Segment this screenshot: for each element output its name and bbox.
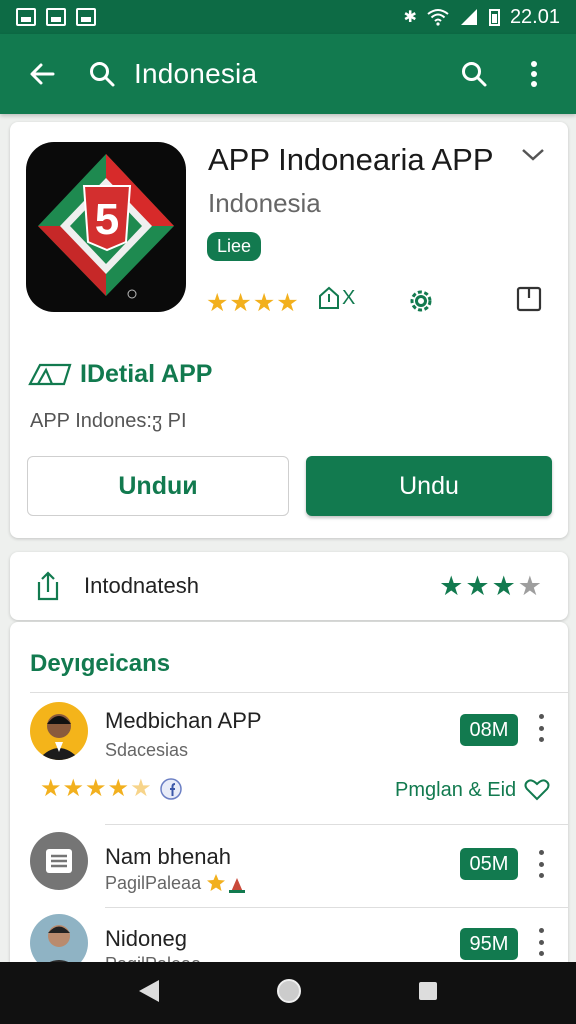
notification-photo-icon <box>76 8 96 26</box>
detail-app-label: IDetial APP <box>80 360 213 388</box>
rating-half-star: ★ <box>130 775 153 802</box>
avatar <box>30 702 88 760</box>
search-icon <box>462 62 487 87</box>
rating-stars: ★★★★ <box>40 775 131 802</box>
status-badge: Liee <box>207 232 262 261</box>
avatar <box>30 832 88 890</box>
app-detail-icon <box>28 363 72 385</box>
wifi-icon <box>427 9 449 26</box>
app-logo: 5 <box>26 142 186 312</box>
app-logo-mark: 5 <box>95 195 119 244</box>
expand-button[interactable] <box>520 144 546 169</box>
divider <box>105 907 568 908</box>
share-row-label: Intodnatesh <box>84 573 199 598</box>
divider <box>30 692 568 693</box>
list-item-title: Nam bhenah <box>105 844 231 869</box>
nav-back-button[interactable] <box>137 978 161 1009</box>
share-rating-row[interactable]: Intodnatesh ★★★ ★ <box>10 552 568 620</box>
status-time: 22.01 <box>509 5 560 28</box>
list-item[interactable]: Nam bhenah PagilPaleaa 05M <box>10 830 568 900</box>
rating-stars: ★★★★ <box>206 289 300 317</box>
size-badge: 05M <box>460 848 518 880</box>
home-circle-icon <box>277 978 301 1003</box>
warning-house-icon <box>319 286 339 309</box>
app-bar-title: Indonesia <box>134 58 258 89</box>
nav-home-button[interactable] <box>275 977 303 1010</box>
overflow-menu-button[interactable] <box>514 54 554 94</box>
section-title: Deyıgeicans <box>30 650 171 677</box>
bluetooth-icon: ✱ <box>403 9 417 26</box>
list-item-title: Nidoneg <box>105 926 187 951</box>
list-item-action-label: Pmglan & Eid <box>395 778 517 801</box>
star-award-icon <box>207 874 246 893</box>
age-rating: X <box>318 286 355 310</box>
list-item-subline: PagilPaleaa <box>105 872 247 894</box>
detail-app-link[interactable]: IDetial APP <box>28 360 212 389</box>
more-vert-icon[interactable] <box>534 928 548 956</box>
toolbar-search-button[interactable] <box>454 54 494 94</box>
age-rating-label: X <box>342 286 356 309</box>
notification-gallery-icon <box>46 8 66 26</box>
more-vert-icon <box>531 61 537 87</box>
facebook-icon <box>159 777 182 800</box>
list-item-subtitle: PagilPaleaa <box>105 872 202 893</box>
size-badge: 95M <box>460 928 518 960</box>
download-button[interactable]: Undu <box>306 456 552 516</box>
battery-icon <box>488 8 500 26</box>
list-item-action[interactable]: Pmglan & Eid <box>395 778 550 802</box>
nav-recents-button[interactable] <box>417 980 439 1007</box>
rating-input[interactable]: ★★★ ★ <box>439 571 544 602</box>
list-item-title: Medbichan APP <box>105 708 262 733</box>
search-icon <box>90 62 115 87</box>
bookmark-button[interactable] <box>516 286 542 312</box>
app-detail-card: 5 APP Indonearia APP Indonesia Liee ★★★★… <box>10 122 568 538</box>
app-bar: Indonesia <box>0 34 576 114</box>
notification-icons <box>16 8 96 26</box>
app-developer: Indonesia <box>208 188 321 218</box>
chevron-down-icon <box>522 149 544 161</box>
status-bar: ✱ 22.01 <box>0 0 576 34</box>
back-button[interactable] <box>22 54 62 94</box>
settings-button[interactable] <box>406 286 436 316</box>
share-icon <box>37 571 59 601</box>
system-nav-bar <box>0 962 576 1024</box>
recents-square-icon <box>419 981 437 1000</box>
size-badge: 08M <box>460 714 518 746</box>
search-button[interactable] <box>82 54 122 94</box>
more-vert-icon[interactable] <box>534 850 548 878</box>
notification-image-icon <box>16 8 36 26</box>
back-arrow-icon <box>30 63 55 85</box>
settings-gear-icon <box>410 290 432 312</box>
list-item[interactable]: Medbichan APP Sdacesias 08M ★★★★ ★ Pmgla… <box>10 702 568 822</box>
download-secondary-button[interactable]: Unduи <box>27 456 289 516</box>
bookmark-icon <box>516 286 542 312</box>
list-item-subtitle: Sdacesias <box>105 740 189 760</box>
divider <box>105 824 568 825</box>
app-description: APP Indones:ჳ PI <box>30 410 187 432</box>
list-item-rating: ★★★★ ★ <box>40 774 183 803</box>
rating-stars-filled: ★★★ <box>439 570 518 601</box>
heart-icon <box>524 779 550 801</box>
more-vert-icon[interactable] <box>534 714 548 742</box>
signal-icon <box>460 9 477 25</box>
app-title: APP Indonearia APP <box>208 142 494 177</box>
back-triangle-icon <box>139 979 159 1002</box>
rating-star-empty: ★ <box>517 570 544 601</box>
